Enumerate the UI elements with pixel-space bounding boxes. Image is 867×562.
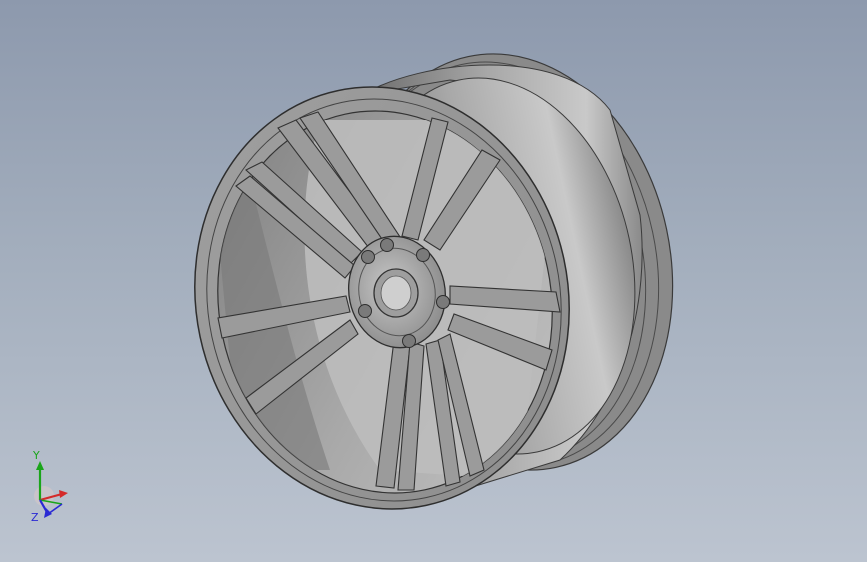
- lug-hole: [361, 250, 375, 264]
- coordinate-triad-icon: Y Z: [22, 448, 82, 532]
- lug-hole: [436, 295, 450, 309]
- graphics-viewport[interactable]: Y Z: [0, 0, 867, 562]
- y-axis-label: Y: [33, 449, 40, 462]
- lug-hole: [380, 238, 394, 252]
- lug-hole: [402, 334, 416, 348]
- wheel-rim-model[interactable]: [0, 0, 867, 562]
- lug-hole: [416, 248, 430, 262]
- lug-hole: [358, 304, 372, 318]
- z-axis-label: Z: [31, 511, 39, 524]
